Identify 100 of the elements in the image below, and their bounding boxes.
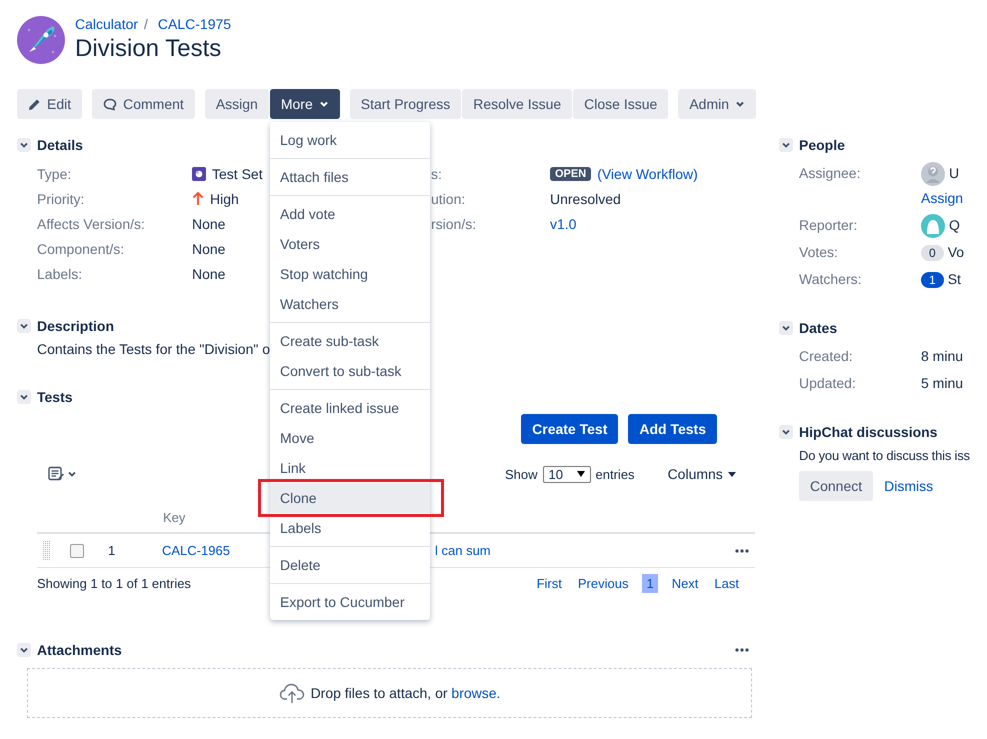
row-checkbox[interactable]: [70, 544, 84, 558]
field-value: None: [192, 216, 226, 232]
field-value: High: [210, 190, 239, 206]
menu-item[interactable]: Clone: [270, 483, 430, 513]
pagination-link[interactable]: Last: [706, 574, 747, 592]
toolbar-button[interactable]: Admin: [678, 89, 756, 119]
more-options-icon[interactable]: [735, 648, 749, 652]
issue-key-link[interactable]: CALC-1975: [158, 16, 232, 32]
user-avatar: [921, 214, 945, 238]
collapse-toggle[interactable]: [17, 390, 31, 404]
file-drop-zone[interactable]: Drop files to attach, or browse.: [27, 668, 752, 718]
pencil-icon: [28, 98, 41, 110]
arrow-up-icon: [192, 192, 204, 206]
menu-item[interactable]: Convert to sub-task: [270, 356, 430, 386]
menu-item[interactable]: Delete: [270, 550, 430, 580]
breadcrumb-separator: /: [144, 16, 148, 32]
browse-link[interactable]: browse.: [451, 685, 500, 701]
assign-link[interactable]: Assign: [921, 190, 964, 206]
page-size-select[interactable]: 10: [542, 466, 591, 482]
section-heading: Description: [37, 318, 114, 334]
section-heading: HipChat discussions: [799, 424, 938, 440]
field-value: None: [192, 266, 226, 282]
field-label: Reporter:: [799, 216, 858, 235]
pagination-link[interactable]: Previous: [570, 574, 636, 592]
menu-item[interactable]: Link: [270, 453, 430, 483]
menu-item[interactable]: Voters: [270, 229, 430, 259]
chevron-icon: [781, 323, 791, 333]
list-edit-icon: [48, 466, 64, 482]
menu-item[interactable]: Watchers: [270, 289, 430, 319]
collapse-toggle[interactable]: [779, 425, 793, 439]
menu-item[interactable]: Create linked issue: [270, 393, 430, 423]
connect-button[interactable]: Connect: [799, 471, 874, 501]
description-text: Contains the Tests for the "Division" o: [37, 341, 270, 357]
collapse-toggle[interactable]: [779, 321, 793, 335]
field-label: Watchers:: [799, 270, 862, 289]
project-avatar: [17, 16, 65, 64]
collapse-toggle[interactable]: [17, 319, 31, 333]
unknown-user-avatar: [921, 162, 945, 186]
menu-item[interactable]: Move: [270, 423, 430, 453]
caret-icon: [735, 99, 746, 109]
field-label: ution:: [431, 190, 466, 206]
dismiss-link[interactable]: Dismiss: [873, 478, 944, 494]
section-heading: Dates: [799, 320, 838, 336]
drop-instructions: Drop files to attach, or browse.: [310, 685, 500, 701]
toolbar-button[interactable]: Close Issue: [573, 89, 668, 119]
field-label: rsion/s:: [431, 216, 478, 232]
entries-label: entries: [596, 466, 635, 482]
chevron-icon: [781, 140, 791, 150]
field-label: Affects Version/s:: [37, 216, 146, 232]
chevron-icon: [781, 427, 791, 437]
field-label: Component/s:: [37, 240, 126, 256]
issue-title: Division Tests: [75, 34, 222, 64]
toolbar-button[interactable]: Start Progress: [350, 89, 462, 119]
version-link[interactable]: v1.0: [550, 216, 576, 232]
toolbar-button[interactable]: Assign: [204, 89, 269, 119]
toolbar-button[interactable]: Edit: [17, 89, 82, 119]
menu-item[interactable]: Stop watching: [270, 259, 430, 289]
view-workflow-link[interactable]: (View Workflow): [597, 166, 698, 182]
column-header[interactable]: Key: [163, 510, 186, 524]
section-heading: Details: [37, 137, 83, 153]
cloud-upload-icon: [278, 682, 305, 704]
status-lozenge: OPEN: [550, 166, 592, 180]
pagination-link[interactable]: Next: [664, 574, 706, 592]
field-label: Assignee:: [799, 164, 862, 183]
caret-icon: [67, 469, 77, 479]
summary-link[interactable]: l can sum: [435, 543, 735, 558]
entries-summary: Showing 1 to 1 of 1 entries: [37, 576, 191, 590]
collapse-toggle[interactable]: [17, 138, 31, 152]
project-link[interactable]: Calculator: [75, 16, 138, 32]
more-options-icon[interactable]: [735, 548, 749, 552]
menu-item[interactable]: Labels: [270, 513, 430, 543]
column-config-button[interactable]: [48, 466, 77, 482]
menu-item[interactable]: Add vote: [270, 199, 430, 229]
speech-bubble-icon: [103, 98, 118, 110]
primary-button[interactable]: Add Tests: [628, 414, 717, 444]
menu-item[interactable]: Log work: [270, 125, 430, 155]
primary-button[interactable]: Create Test: [521, 414, 618, 444]
field-value: Unresolved: [550, 190, 621, 206]
field-label: Priority:: [37, 190, 86, 206]
menu-item[interactable]: Attach files: [270, 162, 430, 192]
field-value: Test Set: [212, 166, 263, 182]
collapse-toggle[interactable]: [779, 138, 793, 152]
test-set-icon: [192, 166, 206, 180]
pagination-link[interactable]: First: [528, 574, 570, 592]
field-label: Created:: [799, 347, 854, 366]
count-badge: 1: [921, 272, 944, 288]
table-cell-text: 1: [108, 543, 116, 558]
menu-item[interactable]: Create sub-task: [270, 326, 430, 356]
toolbar-button[interactable]: More: [270, 89, 340, 119]
menu-item[interactable]: Export to Cucumber: [270, 587, 430, 617]
section-heading: People: [799, 137, 845, 153]
toolbar-button[interactable]: Resolve Issue: [462, 89, 572, 119]
chevron-icon: [19, 645, 29, 655]
field-label: Updated:: [799, 374, 857, 393]
section-heading: Attachments: [37, 642, 122, 658]
columns-button[interactable]: Columns: [668, 466, 736, 482]
collapse-toggle[interactable]: [17, 643, 31, 657]
show-label: Show: [505, 466, 538, 482]
toolbar-button[interactable]: Comment: [92, 89, 195, 119]
field-label: s:: [431, 166, 443, 182]
